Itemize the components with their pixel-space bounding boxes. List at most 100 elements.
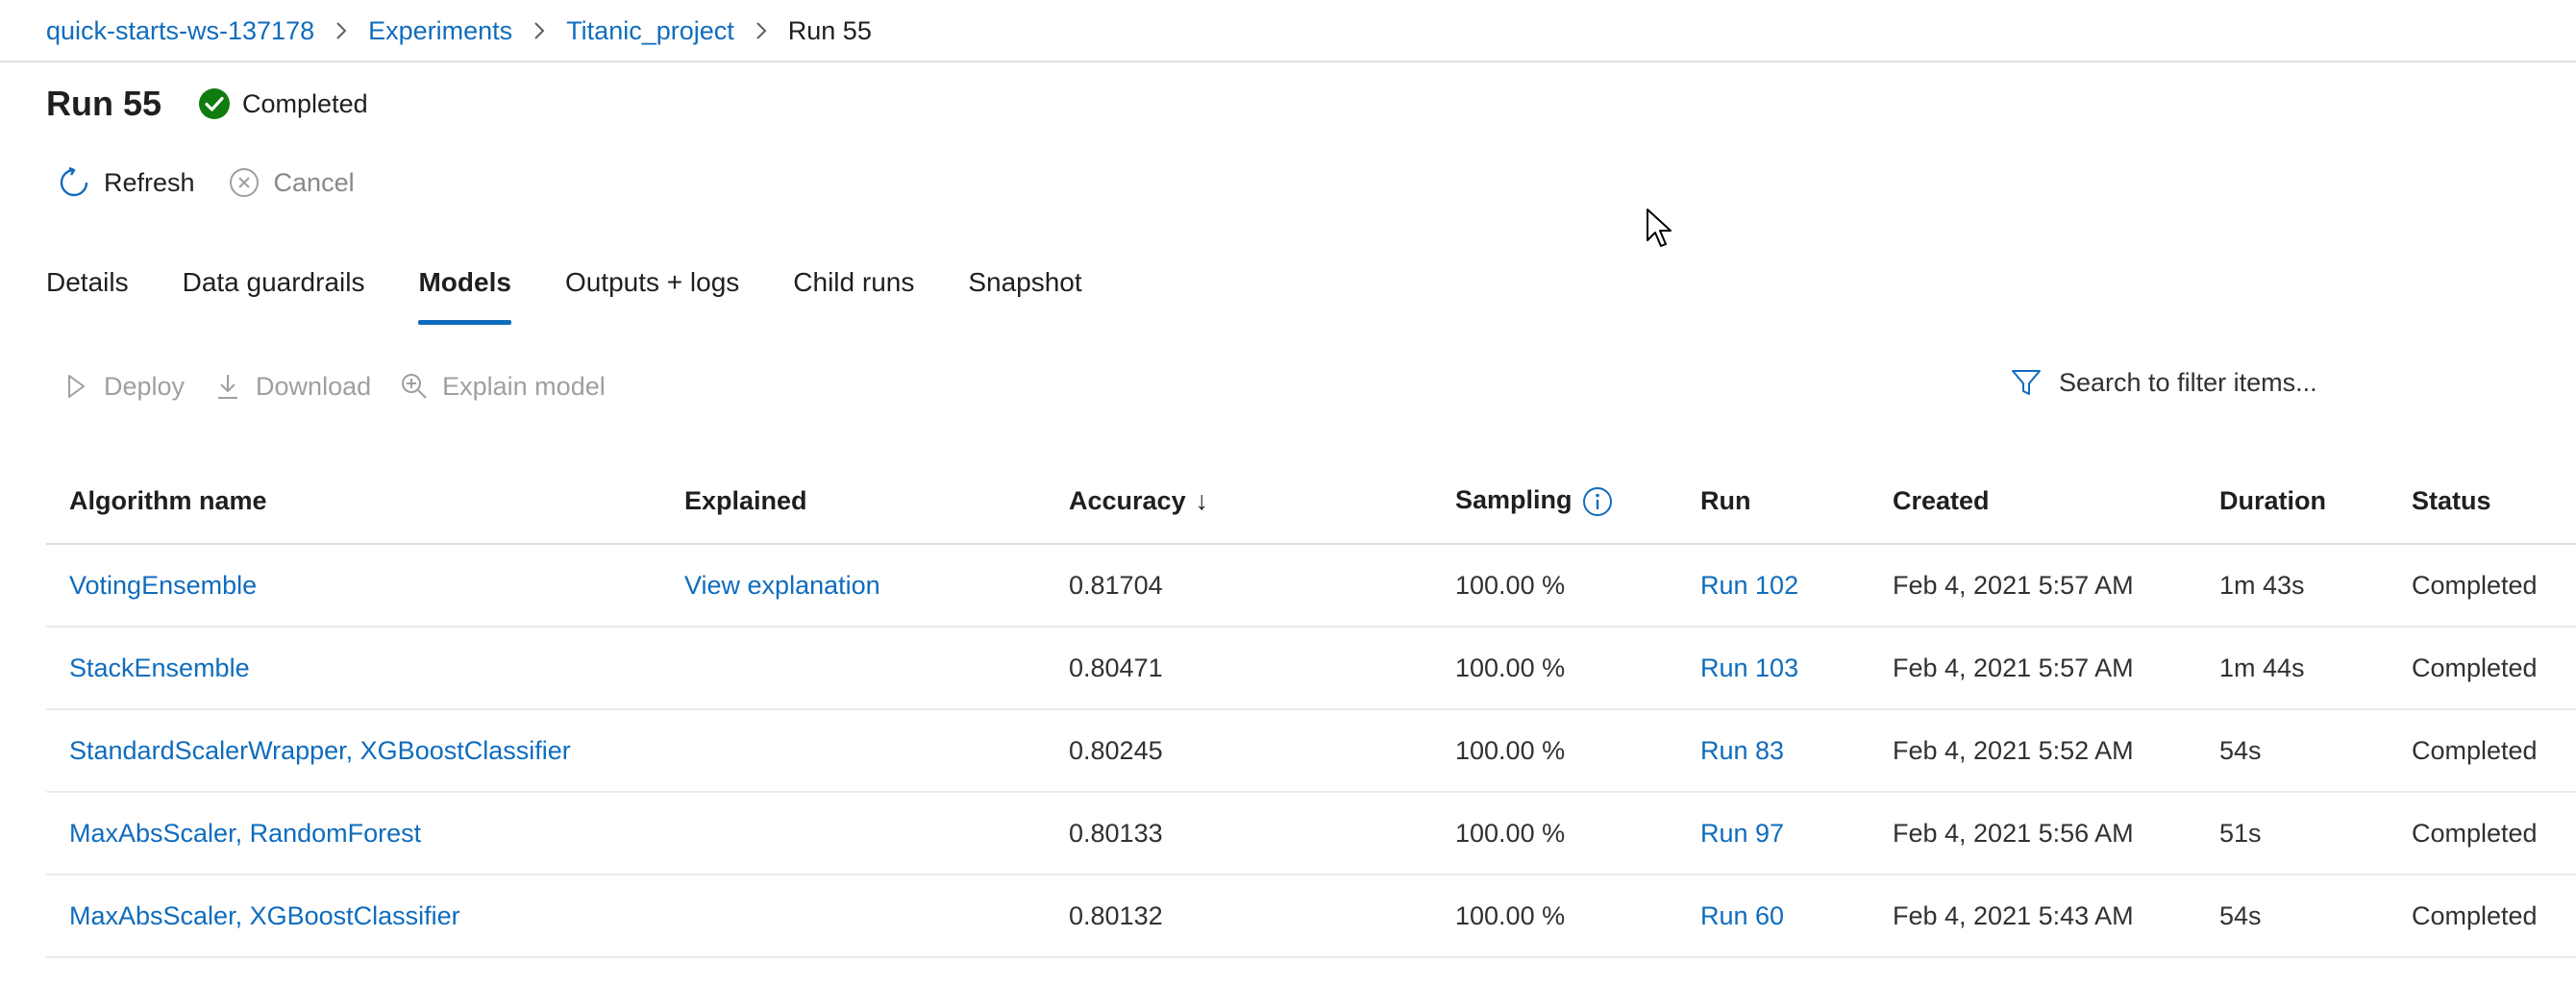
table-row[interactable]: MaxAbsScaler, XGBoostClassifier 0.80132 …: [46, 875, 2576, 958]
algorithm-link[interactable]: VotingEnsemble: [69, 571, 257, 600]
status-cell: Completed: [2389, 627, 2576, 710]
created-cell: Feb 4, 2021 5:43 AM: [1870, 875, 2196, 958]
duration-cell: 1m 43s: [2196, 544, 2389, 628]
sampling-cell: 100.00 %: [1432, 709, 1677, 793]
run-link[interactable]: Run 97: [1700, 819, 1784, 848]
chevron-right-icon: [314, 21, 368, 40]
tab-snapshot[interactable]: Snapshot: [968, 259, 1081, 329]
refresh-icon: [60, 166, 88, 197]
breadcrumb-experiment-link[interactable]: Titanic_project: [566, 16, 734, 46]
table-row[interactable]: StandardScalerWrapper, XGBoostClassifier…: [46, 709, 2576, 793]
refresh-button[interactable]: Refresh: [58, 166, 195, 199]
column-header-duration[interactable]: Duration: [2196, 459, 2389, 545]
table-row[interactable]: MaxAbsScaler, RandomForest 0.80133 100.0…: [46, 792, 2576, 875]
chevron-right-icon: [512, 21, 566, 40]
duration-cell: 51s: [2196, 792, 2389, 875]
accuracy-cell: 0.80132: [1046, 875, 1432, 958]
search-filter-input[interactable]: Search to filter items...: [2009, 363, 2393, 402]
column-header-explained[interactable]: Explained: [661, 459, 1046, 545]
sampling-cell: 100.00 %: [1432, 792, 1677, 875]
models-toolbar: Deploy Download Explain model: [62, 367, 634, 406]
run-link[interactable]: Run 102: [1700, 571, 1798, 600]
cancel-label: Cancel: [273, 167, 355, 197]
command-bar: Refresh Cancel: [58, 163, 387, 202]
filter-icon: [2012, 370, 2041, 395]
explain-model-button[interactable]: Explain model: [400, 372, 606, 402]
explained-cell: [661, 627, 1046, 710]
status-cell: Completed: [2389, 544, 2576, 628]
play-icon: [68, 375, 85, 398]
zoom-in-icon: [402, 374, 427, 399]
duration-cell: 54s: [2196, 875, 2389, 958]
table-row[interactable]: VotingEnsemble View explanation 0.81704 …: [46, 544, 2576, 628]
accuracy-cell: 0.80245: [1046, 709, 1432, 793]
accuracy-cell: 0.81704: [1046, 544, 1432, 628]
column-header-accuracy[interactable]: Accuracy ↓: [1046, 459, 1432, 545]
sampling-header-label: Sampling: [1455, 485, 1573, 515]
algorithm-link[interactable]: StackEnsemble: [69, 653, 250, 682]
column-header-created[interactable]: Created: [1870, 459, 2196, 545]
accuracy-header-label: Accuracy: [1069, 486, 1186, 515]
status-cell: Completed: [2389, 875, 2576, 958]
check-circle-icon: [199, 88, 231, 119]
breadcrumb-workspace-link[interactable]: quick-starts-ws-137178: [46, 16, 314, 46]
sort-descending-icon: ↓: [1195, 486, 1209, 515]
algorithm-link[interactable]: StandardScalerWrapper, XGBoostClassifier: [69, 736, 571, 765]
explained-cell: [661, 875, 1046, 958]
deploy-label: Deploy: [104, 371, 186, 401]
header-divider: [0, 61, 2576, 62]
title-row: Run 55 Completed: [46, 83, 368, 125]
tab-child-runs[interactable]: Child runs: [793, 259, 914, 329]
table-header-row: Algorithm name Explained Accuracy ↓ Sampl…: [46, 459, 2576, 545]
download-button[interactable]: Download: [213, 372, 371, 402]
sampling-cell: 100.00 %: [1432, 544, 1677, 628]
created-cell: Feb 4, 2021 5:56 AM: [1870, 792, 2196, 875]
explained-cell: [661, 792, 1046, 875]
column-header-run[interactable]: Run: [1677, 459, 1870, 545]
refresh-label: Refresh: [104, 167, 195, 197]
cancel-button[interactable]: Cancel: [228, 166, 355, 199]
download-icon: [218, 375, 238, 399]
table-row[interactable]: StackEnsemble 0.80471 100.00 % Run 103 F…: [46, 627, 2576, 710]
column-header-algorithm[interactable]: Algorithm name: [46, 459, 661, 545]
page-title: Run 55: [46, 84, 162, 123]
created-cell: Feb 4, 2021 5:52 AM: [1870, 709, 2196, 793]
explained-cell: [661, 709, 1046, 793]
tab-outputs-logs[interactable]: Outputs + logs: [565, 259, 739, 329]
duration-cell: 1m 44s: [2196, 627, 2389, 710]
column-header-status[interactable]: Status: [2389, 459, 2576, 545]
view-explanation-link[interactable]: View explanation: [684, 571, 880, 600]
column-header-sampling[interactable]: Sampling: [1432, 459, 1677, 545]
tab-details[interactable]: Details: [46, 259, 129, 329]
cancel-icon: [229, 168, 259, 197]
breadcrumb-experiments-link[interactable]: Experiments: [368, 16, 512, 46]
run-link[interactable]: Run 83: [1700, 736, 1784, 765]
created-cell: Feb 4, 2021 5:57 AM: [1870, 544, 2196, 628]
tab-list: Details Data guardrails Models Outputs +…: [46, 259, 1136, 329]
created-cell: Feb 4, 2021 5:57 AM: [1870, 627, 2196, 710]
breadcrumb: quick-starts-ws-137178 Experiments Titan…: [46, 13, 872, 48]
status-badge: Completed: [198, 87, 368, 120]
algorithm-link[interactable]: MaxAbsScaler, RandomForest: [69, 819, 421, 848]
mouse-cursor-icon: [1647, 209, 1672, 247]
tab-models[interactable]: Models: [418, 259, 511, 329]
tab-data-guardrails[interactable]: Data guardrails: [183, 259, 365, 329]
download-label: Download: [256, 371, 372, 401]
status-text: Completed: [242, 88, 368, 118]
deploy-button[interactable]: Deploy: [62, 372, 185, 402]
breadcrumb-current: Run 55: [787, 15, 872, 45]
status-cell: Completed: [2389, 792, 2576, 875]
search-placeholder: Search to filter items...: [2059, 367, 2317, 397]
explain-model-label: Explain model: [442, 371, 606, 401]
models-table: Algorithm name Explained Accuracy ↓ Sampl…: [46, 459, 2576, 958]
accuracy-cell: 0.80133: [1046, 792, 1432, 875]
run-link[interactable]: Run 60: [1700, 901, 1784, 930]
info-icon[interactable]: [1582, 486, 1613, 517]
accuracy-cell: 0.80471: [1046, 627, 1432, 710]
algorithm-link[interactable]: MaxAbsScaler, XGBoostClassifier: [69, 901, 460, 930]
run-link[interactable]: Run 103: [1700, 653, 1798, 682]
sampling-cell: 100.00 %: [1432, 627, 1677, 710]
chevron-right-icon: [734, 21, 788, 40]
duration-cell: 54s: [2196, 709, 2389, 793]
status-cell: Completed: [2389, 709, 2576, 793]
